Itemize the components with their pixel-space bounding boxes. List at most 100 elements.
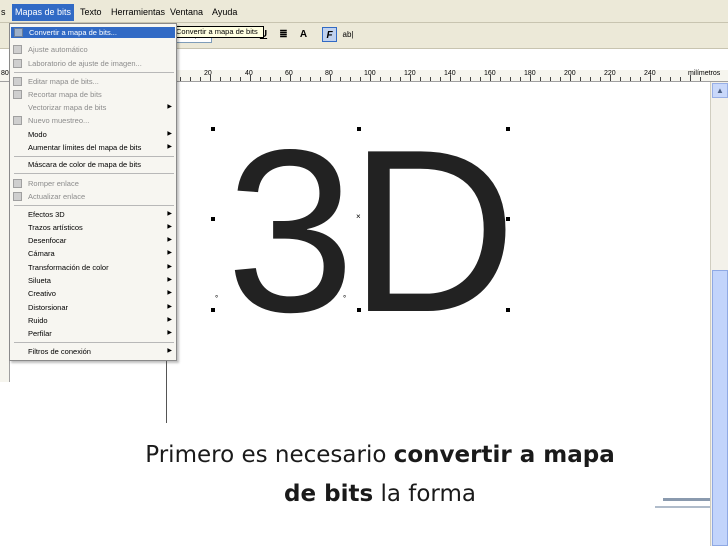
- ruler-tick: [260, 77, 261, 81]
- menu-item-label: Transformación de color: [28, 263, 109, 272]
- ruler-tick: [450, 75, 451, 81]
- menu-item-label: Actualizar enlace: [28, 192, 86, 201]
- break-link-icon: [13, 179, 22, 188]
- selection-handle[interactable]: [357, 127, 361, 131]
- update-link-icon: [13, 192, 22, 201]
- menu-item-mapas-de-bits[interactable]: Mapas de bits: [12, 4, 75, 21]
- selection-handle[interactable]: [506, 217, 510, 221]
- menu-item-herramientas[interactable]: Herramientas: [111, 6, 165, 19]
- menu-romper-enlace[interactable]: Romper enlace: [10, 178, 176, 189]
- menu-perfilar[interactable]: Perfilar ▶: [10, 328, 176, 339]
- menu-item-label: Nuevo muestreo...: [28, 116, 90, 125]
- ruler-tick: [660, 77, 661, 81]
- menu-item-label: Máscara de color de mapa de bits: [28, 160, 141, 169]
- menu-laboratorio-ajuste[interactable]: Laboratorio de ajuste de imagen...: [10, 58, 176, 69]
- selection-handle[interactable]: [506, 308, 510, 312]
- scroll-thumb[interactable]: [712, 270, 728, 546]
- char-format-button[interactable]: A: [296, 27, 311, 42]
- menu-silueta[interactable]: Silueta ▶: [10, 275, 176, 286]
- decorative-line: [663, 498, 710, 501]
- menu-item-prev[interactable]: s: [1, 6, 6, 19]
- menu-efectos-3d[interactable]: Efectos 3D ▶: [10, 209, 176, 220]
- menu-editar-mapa-de-bits[interactable]: Editar mapa de bits...: [10, 76, 176, 87]
- menu-filtros-de-conexion[interactable]: Filtros de conexión ▶: [10, 346, 176, 357]
- node-mark-icon: °: [343, 294, 347, 303]
- convert-bitmap-icon: [14, 28, 23, 37]
- menu-aumentar-limites[interactable]: Aumentar límites del mapa de bits ▶: [10, 142, 176, 153]
- menu-desenfocar[interactable]: Desenfocar ▶: [10, 235, 176, 246]
- ruler-tick: [700, 77, 701, 81]
- menu-nuevo-muestreo[interactable]: Nuevo muestreo...: [10, 115, 176, 126]
- selection-handle[interactable]: [211, 308, 215, 312]
- selection-handle[interactable]: [211, 127, 215, 131]
- menu-recortar-mapa-de-bits[interactable]: Recortar mapa de bits: [10, 89, 176, 100]
- ruler-tick: [520, 77, 521, 81]
- menu-transformacion-de-color[interactable]: Transformación de color ▶: [10, 262, 176, 273]
- ruler-tick: [440, 77, 441, 81]
- menu-item-label: Convertir a mapa de bits...: [29, 28, 117, 37]
- slide-caption: Primero es necesario convertir a mapa de…: [130, 436, 630, 514]
- menu-convertir-a-mapa-de-bits[interactable]: Convertir a mapa de bits...: [11, 27, 175, 38]
- menu-item-label: Ruido: [28, 316, 48, 325]
- text-direction-button[interactable]: ab|: [340, 27, 356, 42]
- menu-item-label: Cámara: [28, 249, 55, 258]
- menu-actualizar-enlace[interactable]: Actualizar enlace: [10, 191, 176, 202]
- menu-ruido[interactable]: Ruido ▶: [10, 315, 176, 326]
- menu-item-ventana[interactable]: Ventana: [170, 6, 203, 19]
- menu-separator: [14, 205, 174, 206]
- menu-item-texto[interactable]: Texto: [80, 6, 102, 19]
- menu-modo[interactable]: Modo ▶: [10, 129, 176, 140]
- submenu-arrow-icon: ▶: [167, 250, 172, 256]
- menu-mascara-de-color[interactable]: Máscara de color de mapa de bits: [10, 159, 176, 170]
- menu-ajuste-automatico[interactable]: Ajuste automático: [10, 44, 176, 55]
- vertical-scrollbar[interactable]: ▲: [710, 82, 728, 546]
- menu-distorsionar[interactable]: Distorsionar ▶: [10, 302, 176, 313]
- menu-creativo[interactable]: Creativo ▶: [10, 288, 176, 299]
- ruler-tick: [490, 75, 491, 81]
- menu-item-label: Editar mapa de bits...: [28, 77, 99, 86]
- menu-camara[interactable]: Cámara ▶: [10, 248, 176, 259]
- submenu-arrow-icon: ▶: [167, 330, 172, 336]
- menu-trazos-artisticos[interactable]: Trazos artísticos ▶: [10, 222, 176, 233]
- submenu-arrow-icon: ▶: [167, 237, 172, 243]
- ruler-tick: [240, 77, 241, 81]
- ruler-label: 60: [285, 70, 293, 77]
- edit-text-button[interactable]: F: [322, 27, 337, 42]
- ruler-tick: [550, 77, 551, 81]
- ruler-tick: [310, 77, 311, 81]
- selection-handle[interactable]: [506, 127, 510, 131]
- ruler-tick: [500, 77, 501, 81]
- canvas-text-object[interactable]: 3D: [226, 116, 517, 348]
- menu-item-label: Aumentar límites del mapa de bits: [28, 143, 142, 152]
- ruler-tick: [670, 77, 671, 81]
- ruler-tick: [250, 75, 251, 81]
- ruler-tick: [330, 75, 331, 81]
- submenu-arrow-icon: ▶: [167, 144, 172, 150]
- resample-icon: [13, 116, 22, 125]
- submenu-arrow-icon: ▶: [167, 104, 172, 110]
- decorative-line: [655, 506, 710, 508]
- ruler-tick: [290, 75, 291, 81]
- ruler-tick: [320, 77, 321, 81]
- ruler-tick: [280, 77, 281, 81]
- submenu-arrow-icon: ▶: [167, 290, 172, 296]
- menu-item-label: Efectos 3D: [28, 210, 65, 219]
- scroll-up-button[interactable]: ▲: [712, 83, 728, 98]
- menu-vectorizar-mapa-de-bits[interactable]: Vectorizar mapa de bits ▶: [10, 102, 176, 113]
- align-button[interactable]: ≣: [276, 27, 291, 42]
- caption-text-end: la forma: [373, 481, 476, 507]
- ruler-tick: [200, 77, 201, 81]
- menu-item-label: Creativo: [28, 289, 56, 298]
- edit-bitmap-icon: [13, 77, 22, 86]
- menu-separator: [14, 342, 174, 343]
- selection-handle[interactable]: [211, 217, 215, 221]
- ruler-tick: [580, 77, 581, 81]
- mapas-de-bits-menu: Convertir a mapa de bits... Ajuste autom…: [9, 23, 177, 361]
- menu-item-label: Ajuste automático: [28, 45, 88, 54]
- ruler-tick: [350, 77, 351, 81]
- menu-item-ayuda[interactable]: Ayuda: [212, 6, 237, 19]
- selection-handle[interactable]: [357, 308, 361, 312]
- ruler-tick: [650, 75, 651, 81]
- ruler-label: 80: [325, 70, 333, 77]
- ruler-tick: [300, 77, 301, 81]
